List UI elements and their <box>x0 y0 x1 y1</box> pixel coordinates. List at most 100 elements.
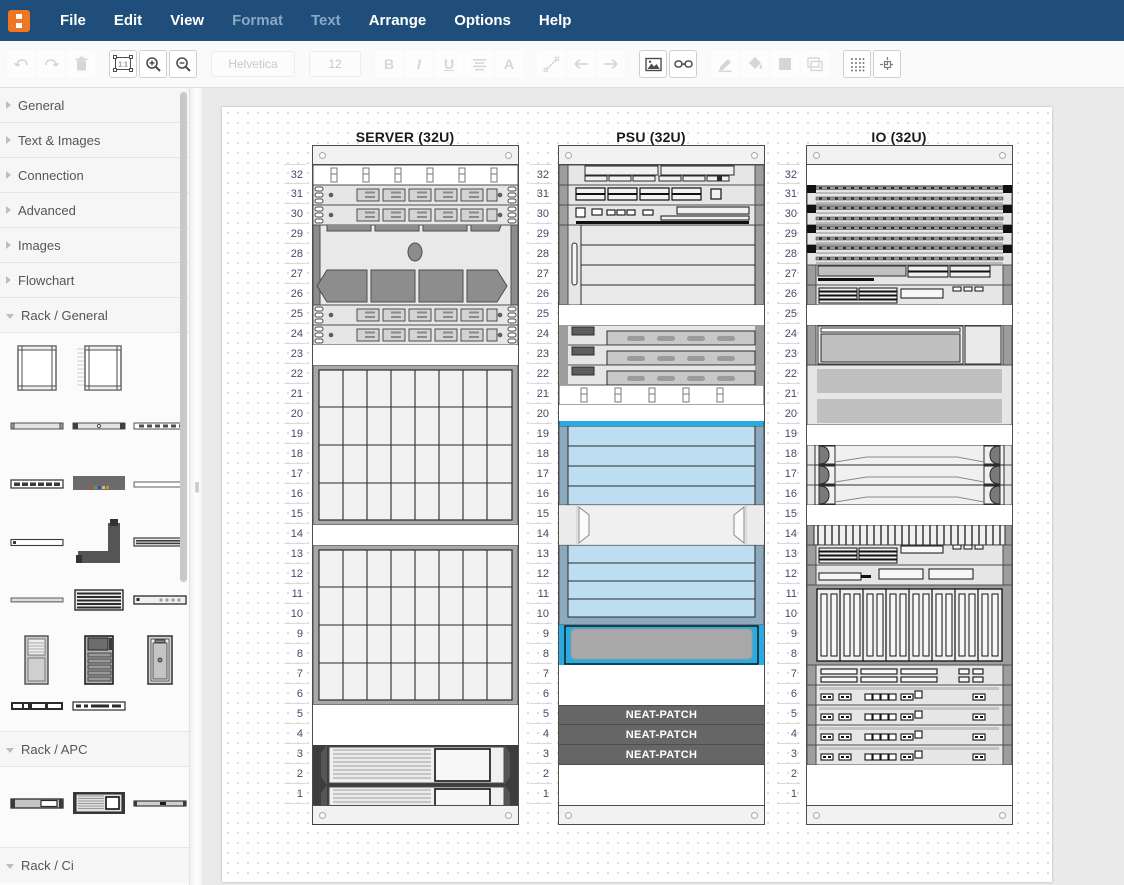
device-psu-tray[interactable] <box>559 165 764 185</box>
shape-dark-unit[interactable] <box>70 457 128 511</box>
device-pdu[interactable] <box>559 345 764 365</box>
align-left-icon[interactable] <box>465 50 493 78</box>
device-patch-panel[interactable] <box>807 185 1012 205</box>
sidebar-section-connection[interactable]: Connection <box>0 158 189 193</box>
device-neat-patch[interactable]: NEAT-PATCH <box>559 705 764 725</box>
sidebar-section-flowchart[interactable]: Flowchart <box>0 263 189 298</box>
undo-icon[interactable] <box>7 50 35 78</box>
shape-patch-panel[interactable] <box>8 457 66 511</box>
device-rack-server[interactable] <box>807 485 1012 505</box>
shape-server-front-a[interactable] <box>8 693 66 719</box>
shape-numbered-rack[interactable] <box>70 341 128 395</box>
device-ups-tray[interactable] <box>559 625 764 665</box>
device-patch-panel[interactable] <box>807 205 1012 225</box>
device-neat-patch[interactable]: NEAT-PATCH <box>559 745 764 765</box>
shape-multi-stripe-unit[interactable] <box>70 573 128 627</box>
device-psu-modules[interactable] <box>559 185 764 205</box>
device-psu-enclosure[interactable] <box>559 225 764 305</box>
device-io-controller[interactable] <box>807 565 1012 585</box>
shape-cable-tray-corner[interactable] <box>70 515 128 569</box>
shape-apc-unit-b[interactable] <box>70 776 128 830</box>
sidebar-section-text-images[interactable]: Text & Images <box>0 123 189 158</box>
font-family-select[interactable]: Helvetica <box>211 51 295 77</box>
device-io-module[interactable] <box>807 265 1012 285</box>
device-fiber-trunk[interactable] <box>313 165 518 185</box>
menu-file[interactable]: File <box>46 0 100 41</box>
image-icon[interactable] <box>639 50 667 78</box>
menu-edit[interactable]: Edit <box>100 0 156 41</box>
sidebar-splitter[interactable]: || <box>190 88 204 885</box>
trash-icon[interactable] <box>67 50 95 78</box>
device-patch-panel[interactable] <box>807 225 1012 245</box>
grid-dots-icon[interactable] <box>843 50 871 78</box>
shape-slim-shelf[interactable] <box>8 573 66 627</box>
device-pdu[interactable] <box>559 365 764 385</box>
device-ups-battery-lower[interactable] <box>559 545 764 625</box>
shape-tower-server-dark[interactable] <box>70 630 128 690</box>
device-storage-array[interactable] <box>313 745 518 785</box>
device-io-ports-unit[interactable] <box>807 725 1012 745</box>
shape-server-front-b[interactable] <box>70 693 128 719</box>
font-color-button[interactable]: A <box>495 50 523 78</box>
device-pdu[interactable] <box>559 325 764 345</box>
diagram-canvas[interactable]: SERVER (32U) 32 31 30 29 28 27 26 25 24 23 22 21 20 1… <box>204 88 1124 885</box>
shape-apc-unit-a[interactable] <box>8 776 66 830</box>
device-rack-server[interactable] <box>807 465 1012 485</box>
sidebar-section-images[interactable]: Images <box>0 228 189 263</box>
sidebar-section-advanced[interactable]: Advanced <box>0 193 189 228</box>
zoom-in-icon[interactable] <box>139 50 167 78</box>
zoom-out-icon[interactable] <box>169 50 197 78</box>
device-psu-controller[interactable] <box>559 205 764 225</box>
arrow-left-icon[interactable] <box>567 50 595 78</box>
font-size-select[interactable]: 12 <box>309 51 361 77</box>
device-io-ports-unit[interactable] <box>807 685 1012 705</box>
bold-button[interactable]: B <box>375 50 403 78</box>
device-io-module[interactable] <box>807 545 1012 565</box>
menu-arrange[interactable]: Arrange <box>355 0 441 41</box>
menu-text[interactable]: Text <box>297 0 355 41</box>
device-vent-panel[interactable] <box>807 525 1012 545</box>
fill-bucket-icon[interactable] <box>741 50 769 78</box>
window-icon[interactable] <box>801 50 829 78</box>
sidebar-section-rack-general[interactable]: Rack / General <box>0 298 189 333</box>
device-ups-battery-upper[interactable] <box>559 426 764 505</box>
device-switch[interactable] <box>313 305 518 325</box>
device-ups-bezel[interactable] <box>559 505 764 545</box>
shape-tower-server[interactable] <box>8 630 66 690</box>
device-io-ports-unit[interactable] <box>807 705 1012 725</box>
device-patch-panel[interactable] <box>807 245 1012 265</box>
redo-icon[interactable] <box>37 50 65 78</box>
diagram-page[interactable]: SERVER (32U) 32 31 30 29 28 27 26 25 24 23 22 21 20 1… <box>222 107 1052 882</box>
waypoint-icon[interactable] <box>873 50 901 78</box>
device-switch[interactable] <box>313 325 518 345</box>
sidebar-section-rack-ci[interactable]: Rack / Ci <box>0 848 189 883</box>
device-switch[interactable] <box>313 185 518 205</box>
device-cable-organizer[interactable] <box>559 385 764 405</box>
shape-thin-shelf[interactable] <box>8 515 66 569</box>
device-chassis[interactable] <box>313 225 518 305</box>
device-rack-server[interactable] <box>807 445 1012 465</box>
device-disk-array[interactable] <box>807 585 1012 665</box>
shape-open-rack[interactable] <box>8 341 66 395</box>
menu-options[interactable]: Options <box>440 0 525 41</box>
device-io-breakout[interactable] <box>807 665 1012 685</box>
device-io-module[interactable] <box>807 285 1012 305</box>
device-blade-enclosure[interactable] <box>313 545 518 705</box>
shapes-sidebar[interactable]: General Text & Images Connection Advance… <box>0 88 190 885</box>
menu-view[interactable]: View <box>156 0 218 41</box>
menu-format[interactable]: Format <box>218 0 297 41</box>
menu-help[interactable]: Help <box>525 0 586 41</box>
shadow-icon[interactable] <box>771 50 799 78</box>
shape-rack-unit-center[interactable] <box>70 399 128 453</box>
shape-rack-unit-plain[interactable] <box>8 399 66 453</box>
shape-apc-unit-c[interactable] <box>131 776 189 830</box>
device-io-blank-panel[interactable] <box>807 365 1012 425</box>
sidebar-section-general[interactable]: General <box>0 88 189 123</box>
arrow-right-icon[interactable] <box>597 50 625 78</box>
link-icon[interactable] <box>669 50 697 78</box>
pen-icon[interactable] <box>711 50 739 78</box>
sidebar-scrollbar[interactable] <box>180 92 187 582</box>
device-switch[interactable] <box>313 205 518 225</box>
device-neat-patch[interactable]: NEAT-PATCH <box>559 725 764 745</box>
fit-page-icon[interactable]: 1:1 <box>109 50 137 78</box>
